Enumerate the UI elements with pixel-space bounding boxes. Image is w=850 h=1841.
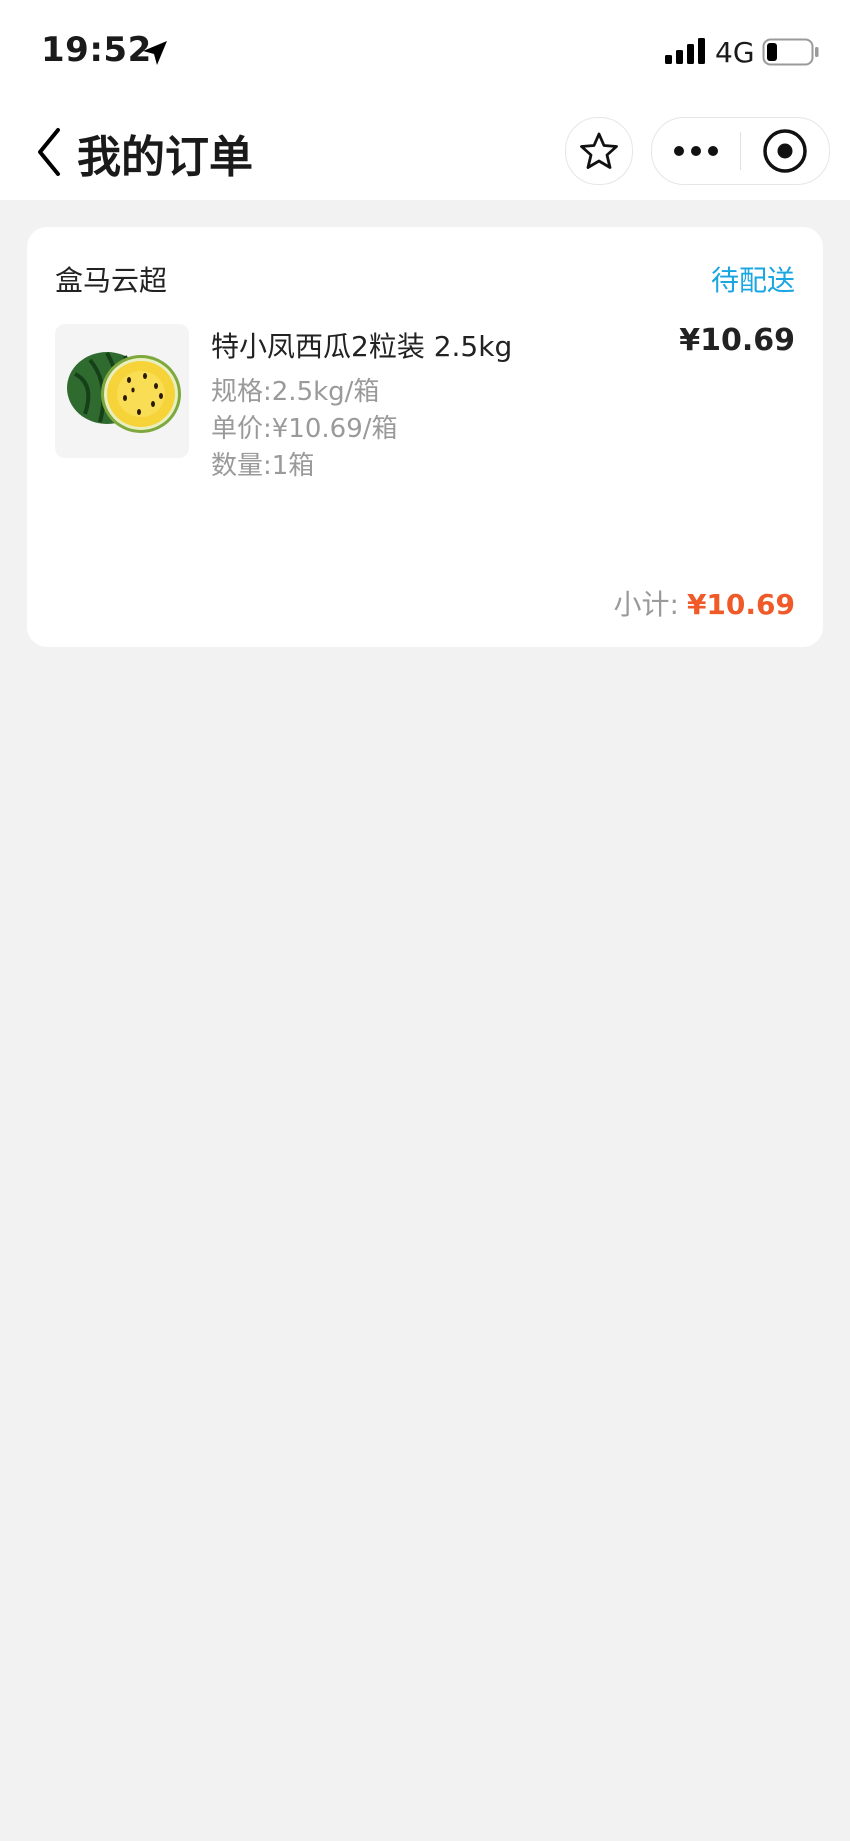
close-circle-icon: [763, 129, 807, 173]
close-button[interactable]: [741, 118, 829, 184]
top-bar: 19:52 4G 我的订单: [0, 0, 850, 200]
product-name[interactable]: 特小凤西瓜2粒装 2.5kg: [211, 325, 512, 365]
watermelon-image: [67, 351, 181, 433]
order-card[interactable]: 盒马云超 待配送 特小凤西瓜2粒装 2.5kg ¥10.69 规格:2.5kg/…: [27, 227, 823, 647]
network-type: 4G: [715, 36, 755, 69]
more-button[interactable]: [652, 118, 740, 184]
subtotal-value: ¥10.69: [686, 588, 795, 621]
order-status[interactable]: 待配送: [711, 259, 795, 299]
product-price: ¥10.69: [679, 323, 795, 358]
star-icon: [580, 132, 618, 169]
product-image[interactable]: [55, 324, 189, 458]
signal-bars-icon: [665, 38, 705, 64]
product-unit-price: 单价:¥10.69/箱: [211, 414, 398, 444]
status-time: 19:52: [41, 30, 152, 70]
subtotal-label: 小计:: [613, 588, 679, 621]
battery-icon: [762, 38, 819, 66]
more-dots-icon: [674, 146, 718, 156]
location-arrow-icon: [143, 41, 167, 65]
page-title: 我的订单: [77, 132, 253, 183]
product-quantity: 数量:1箱: [211, 451, 315, 481]
subtotal: 小计: ¥10.69: [614, 583, 796, 623]
product-spec: 规格:2.5kg/箱: [211, 377, 380, 407]
miniapp-capsule: [651, 117, 830, 185]
back-chevron-icon[interactable]: [30, 122, 70, 182]
store-name: 盒马云超: [55, 264, 168, 297]
favorite-button[interactable]: [565, 117, 633, 185]
